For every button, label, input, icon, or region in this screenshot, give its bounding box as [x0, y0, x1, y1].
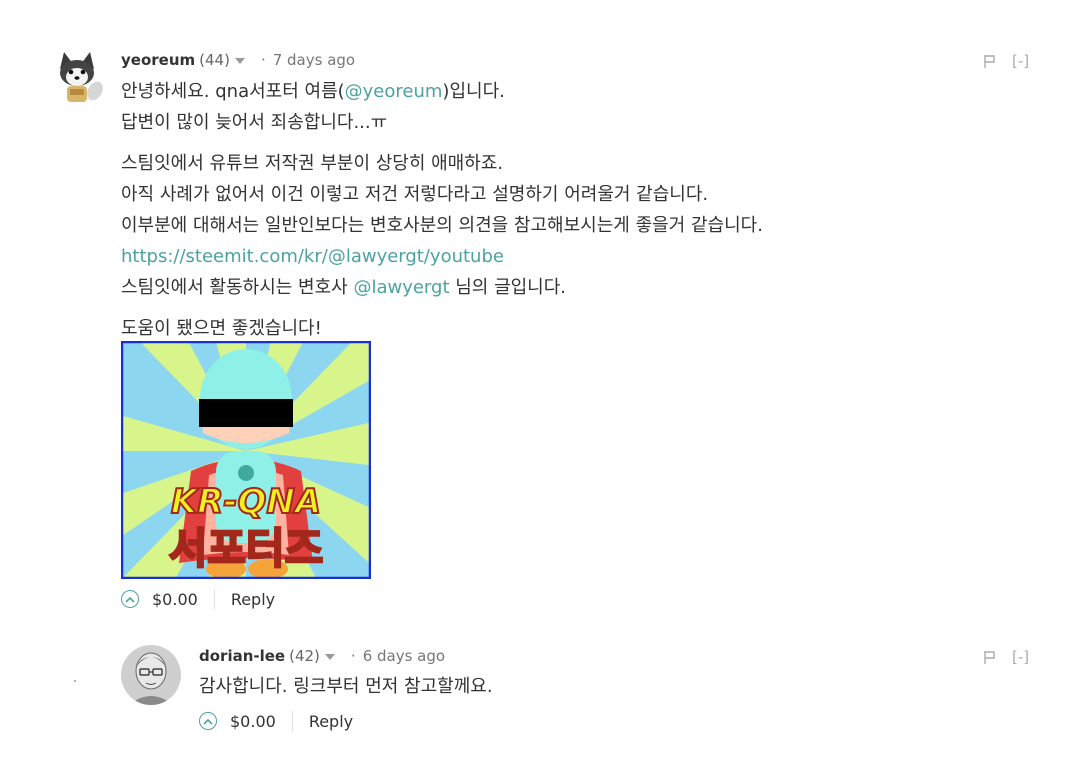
avatar-yeoreum[interactable] — [47, 47, 107, 107]
footer-divider — [291, 711, 293, 731]
mention-link[interactable]: @yeoreum — [345, 81, 443, 102]
thread-dot — [74, 680, 76, 682]
comment-header: yeoreum (44) · 7 days ago — [121, 51, 355, 69]
comment-footer: $0.00 Reply — [199, 711, 353, 731]
body-line: 스팀잇에서 유튜브 저작권 부분이 상당히 애매하죠. — [121, 153, 504, 174]
kr-qna-supporters-image[interactable]: KR-QNA 서포터즈 — [120, 340, 372, 580]
separator-dot: · — [350, 647, 356, 665]
separator-dot: · — [260, 51, 266, 69]
url-link[interactable]: https://steemit.com/kr/@lawyergt/youtube — [121, 241, 763, 272]
comment-footer: $0.00 Reply — [121, 589, 275, 609]
caret-down-icon[interactable] — [324, 654, 335, 660]
comment-body: 안녕하세요. qna서포터 여름(@yeoreum)입니다. 답변이 많이 늦어… — [121, 76, 763, 344]
comment-timestamp[interactable]: 6 days ago — [363, 647, 445, 665]
flag-icon[interactable] — [983, 54, 996, 69]
author-reputation: (44) — [199, 51, 230, 69]
body-line: 스팀잇에서 활동하시는 변호사 @lawyergt 님의 글입니다. — [121, 277, 567, 298]
comment-actions: [-] — [983, 648, 1029, 666]
comment-body: 감사합니다. 링크부터 먼저 참고할께요. — [199, 671, 493, 702]
author-name[interactable]: dorian-lee — [199, 647, 285, 665]
author-name[interactable]: yeoreum — [121, 51, 195, 69]
comment-timestamp[interactable]: 7 days ago — [273, 51, 355, 69]
comment-actions: [-] — [983, 52, 1029, 70]
reply-button[interactable]: Reply — [309, 712, 353, 731]
upvote-chevron-icon[interactable] — [121, 590, 139, 608]
mention-link[interactable]: @lawyergt — [353, 277, 449, 298]
payout-value[interactable]: $0.00 — [230, 712, 276, 731]
comment-header: dorian-lee (42) · 6 days ago — [199, 647, 445, 665]
body-line: 답변이 많이 늦어서 죄송합니다...ㅠ — [121, 112, 388, 133]
payout-value[interactable]: $0.00 — [152, 590, 198, 609]
avatar-dorian-lee[interactable] — [121, 645, 181, 705]
author-reputation: (42) — [289, 647, 320, 665]
caret-down-icon[interactable] — [234, 58, 245, 64]
upvote-chevron-icon[interactable] — [199, 712, 217, 730]
image-title-bottom: 서포터즈 — [169, 524, 324, 573]
body-line: 감사합니다. 링크부터 먼저 참고할께요. — [199, 676, 493, 697]
footer-divider — [213, 589, 215, 609]
body-line: 안녕하세요. qna서포터 여름(@yeoreum)입니다. — [121, 81, 505, 102]
image-title-top: KR-QNA — [171, 482, 321, 522]
body-line: 이부분에 대해서는 일반인보다는 변호사분의 의견을 참고해보시는게 좋을거 같… — [121, 215, 763, 236]
body-line: 도움이 됐으면 좋겠습니다! — [121, 318, 322, 339]
collapse-toggle[interactable]: [-] — [1012, 52, 1029, 70]
reply-button[interactable]: Reply — [231, 590, 275, 609]
body-line: 아직 사례가 없어서 이건 이렇고 저건 저렇다라고 설명하기 어려울거 같습니… — [121, 184, 709, 205]
collapse-toggle[interactable]: [-] — [1012, 648, 1029, 666]
flag-icon[interactable] — [983, 650, 996, 665]
